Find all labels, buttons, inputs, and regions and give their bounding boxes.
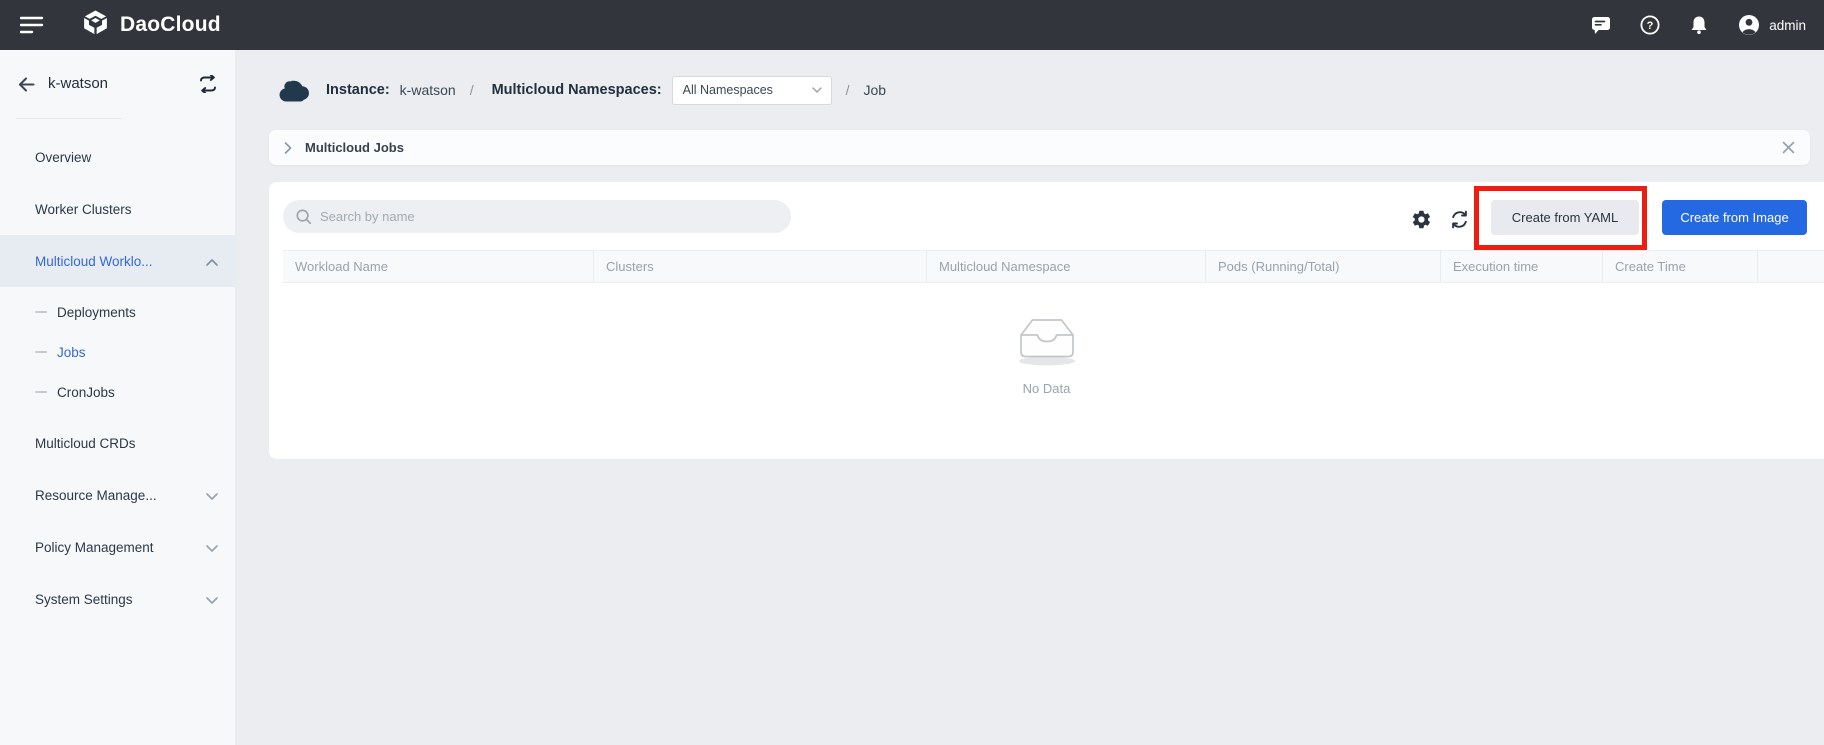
namespace-select[interactable]: All Namespaces [671,75,832,105]
breadcrumb-chevron-icon[interactable] [284,141,292,154]
dash-icon [35,351,47,353]
table-settings-gear-icon[interactable] [1411,209,1432,230]
column-header-create-time[interactable]: Create Time [1603,251,1758,282]
sidebar-item-worker-clusters[interactable]: Worker Clusters [0,183,235,235]
svg-text:?: ? [1647,20,1654,32]
sidebar-item-multicloud-workloads[interactable]: Multicloud Worklo... [0,235,235,287]
chevron-down-icon [206,540,218,555]
table-header-row: Workload Name Clusters Multicloud Namesp… [283,250,1824,283]
instance-name-label: k-watson [48,75,109,92]
tab-multicloud-jobs[interactable]: Multicloud Jobs [305,140,404,155]
sidebar-item-cronjobs[interactable]: CronJobs [0,372,235,412]
user-menu[interactable]: admin [1737,13,1806,37]
namespace-select-value: All Namespaces [682,83,773,97]
search-input[interactable] [320,209,750,224]
daocloud-brand: DaoCloud [82,0,221,50]
daocloud-logo-icon [82,9,109,41]
notifications-bell-icon[interactable] [1688,14,1710,36]
chevron-down-icon [206,488,218,503]
topbar: DaoCloud ? admin [0,0,1824,50]
page-title: Job [863,82,887,98]
username-label: admin [1769,17,1806,33]
refresh-icon[interactable] [1449,209,1470,230]
cloud-icon [278,77,312,103]
switch-instance-icon[interactable] [198,74,218,94]
page-tabbar: Multicloud Jobs [269,130,1810,165]
instance-breadcrumb: Instance: k-watson / Multicloud Namespac… [278,50,886,130]
column-header-multicloud-namespace[interactable]: Multicloud Namespace [927,251,1206,282]
create-from-image-button[interactable]: Create from Image [1662,200,1807,235]
help-icon[interactable]: ? [1639,14,1661,36]
column-header-workload-name[interactable]: Workload Name [283,251,594,282]
instance-label: Instance: [326,82,390,98]
avatar-icon [1739,15,1760,35]
column-header-actions [1758,251,1824,282]
chevron-down-icon [206,592,218,607]
column-header-execution-time[interactable]: Execution time [1441,251,1603,282]
sidebar-item-overview[interactable]: Overview [0,131,235,183]
feedback-chat-icon[interactable] [1590,14,1612,36]
topbar-actions: ? admin [1590,0,1806,50]
empty-state: No Data [269,312,1824,396]
column-header-pods[interactable]: Pods (Running/Total) [1206,251,1441,282]
select-chevron-icon [811,87,822,93]
sidebar: k-watson Overview Worker Clusters Multic… [0,50,236,745]
create-from-yaml-button[interactable]: Create from YAML [1491,200,1639,235]
breadcrumb-separator: / [845,82,850,98]
sidebar-item-jobs[interactable]: Jobs [0,332,235,372]
chevron-up-icon [206,254,218,269]
dash-icon [35,311,47,313]
search-icon [296,209,312,225]
sidebar-item-system-settings[interactable]: System Settings [0,573,235,625]
sidebar-item-deployments[interactable]: Deployments [0,292,235,332]
namespaces-label: Multicloud Namespaces: [491,82,662,98]
search-box [283,200,791,233]
hamburger-menu-icon[interactable] [19,16,44,34]
sidebar-item-multicloud-crds[interactable]: Multicloud CRDs [0,417,235,469]
column-header-clusters[interactable]: Clusters [594,251,927,282]
empty-inbox-icon [1018,319,1075,366]
breadcrumb-separator: / [469,82,474,98]
sidebar-item-policy-management[interactable]: Policy Management [0,521,235,573]
brand-name: DaoCloud [120,13,221,36]
instance-value[interactable]: k-watson [400,82,456,98]
jobs-panel: Create from YAML Create from Image Workl… [269,182,1824,459]
no-data-label: No Data [1022,381,1071,396]
sidebar-item-resource-management[interactable]: Resource Manage... [0,469,235,521]
dash-icon [35,391,47,393]
sidebar-header: k-watson [0,50,235,118]
back-arrow-icon[interactable] [17,75,36,94]
sidebar-nav: Overview Worker Clusters Multicloud Work… [0,119,235,625]
close-tab-icon[interactable] [1782,141,1795,154]
